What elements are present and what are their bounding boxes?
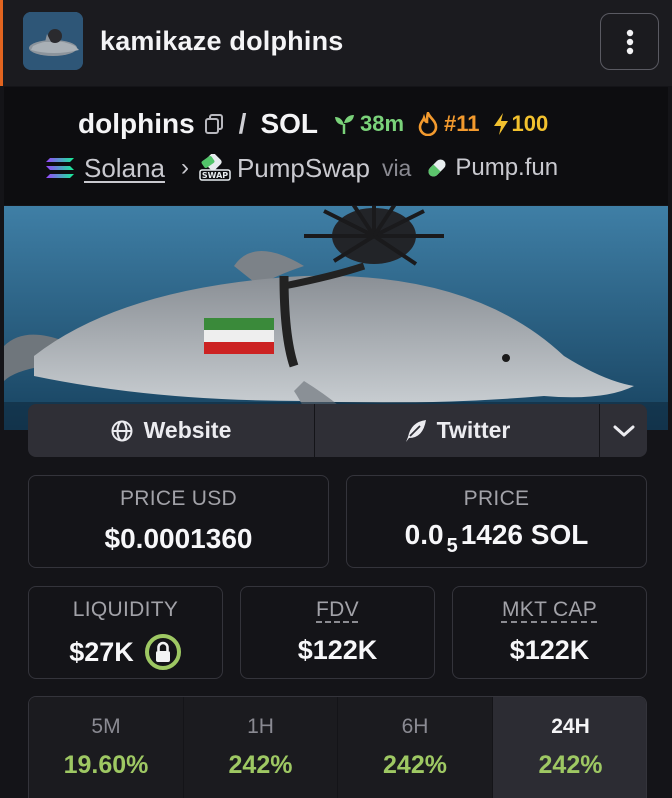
copy-address-icon[interactable] xyxy=(203,113,225,135)
price-native-prefix: 0.0 xyxy=(404,519,444,550)
tab-5m-label: 5M xyxy=(91,715,121,738)
fdv-card: FDV $122K xyxy=(240,586,435,679)
token-avatar xyxy=(23,12,83,70)
mkt-cap-label-wrap: MKT CAP xyxy=(453,598,646,622)
pair-breadcrumb: Solana › SWAP PumpSwap via Pump.fun xyxy=(44,151,558,185)
price-native-value: 0.0 5 1426 SOL xyxy=(347,519,646,557)
tab-24h-label: 24H xyxy=(551,715,590,738)
chevron-down-icon xyxy=(613,425,634,436)
launchpad-link[interactable]: Pump.fun xyxy=(455,154,558,182)
price-usd-label: PRICE USD xyxy=(119,487,238,510)
breadcrumb-chevron-icon: › xyxy=(180,154,189,181)
liquidity-label: LIQUIDITY xyxy=(72,598,179,621)
twitter-button[interactable]: Twitter xyxy=(314,404,598,457)
boost-badge: 100 xyxy=(492,111,549,137)
tab-1h-change: 242% xyxy=(228,751,293,779)
twitter-label: Twitter xyxy=(436,417,511,443)
liquidity-value-row: $27K xyxy=(29,633,222,671)
trending-rank-badge: #11 xyxy=(418,111,480,137)
mkt-cap-label[interactable]: MKT CAP xyxy=(502,598,597,621)
tab-24h[interactable]: 24H 242% xyxy=(493,697,646,798)
dolphin-banner-illustration xyxy=(4,206,668,430)
fdv-label-wrap: FDV xyxy=(241,598,434,622)
more-menu-button[interactable] xyxy=(600,13,659,70)
social-links-bar: Website Twitter xyxy=(28,404,647,457)
feather-icon xyxy=(405,419,426,442)
pair-title-row: dolphins / SOL 38m #11 100 xyxy=(78,107,548,141)
more-links-dropdown[interactable] xyxy=(599,404,647,457)
price-native-card: PRICE 0.0 5 1426 SOL xyxy=(346,475,647,568)
kebab-menu-icon xyxy=(626,29,633,54)
website-label: Website xyxy=(143,417,232,443)
via-label: via xyxy=(381,154,412,181)
liquidity-value: $27K xyxy=(69,636,134,667)
tab-5m-change: 19.60% xyxy=(63,751,149,779)
svg-text:SWAP: SWAP xyxy=(202,171,228,180)
website-button[interactable]: Website xyxy=(28,404,313,457)
pill-icon xyxy=(428,159,446,177)
price-native-digits: 1426 SOL xyxy=(460,519,589,550)
mkt-cap-card: MKT CAP $122K xyxy=(452,586,647,679)
base-token-symbol: dolphins xyxy=(78,108,195,139)
pair-age-value: 38m xyxy=(360,111,405,136)
dolphin-avatar-icon xyxy=(23,12,83,70)
boost-count: 100 xyxy=(511,111,549,136)
seedling-icon xyxy=(335,115,354,134)
lightning-icon xyxy=(493,113,508,135)
fdv-label[interactable]: FDV xyxy=(316,598,359,621)
timeframe-tabs: 5M 19.60% 1H 242% 6H 242% 24H 242% xyxy=(28,696,647,798)
tab-1h-label: 1H xyxy=(247,715,274,738)
tab-6h[interactable]: 6H 242% xyxy=(338,697,492,798)
tab-1h[interactable]: 1H 242% xyxy=(184,697,337,798)
fdv-value: $122K xyxy=(297,635,378,665)
dex-link[interactable]: PumpSwap xyxy=(237,153,370,184)
token-header: kamikaze dolphins xyxy=(0,0,672,86)
tab-6h-label: 6H xyxy=(401,715,429,738)
flame-icon xyxy=(418,112,438,136)
tab-5m[interactable]: 5M 19.60% xyxy=(29,697,183,798)
pumpswap-logo-icon: SWAP xyxy=(199,154,231,181)
trending-rank-value: #11 xyxy=(444,111,480,136)
tab-6h-change: 242% xyxy=(383,751,447,779)
token-name: kamikaze dolphins xyxy=(100,26,344,56)
price-native-zero-count: 5 xyxy=(446,535,458,557)
price-native-label: PRICE xyxy=(463,487,530,510)
mkt-cap-value: $122K xyxy=(509,635,590,665)
pair-info-panel: dolphins / SOL 38m #11 100 Solana › SWAP… xyxy=(4,87,668,205)
pair-age-badge: 38m xyxy=(332,111,404,137)
globe-icon xyxy=(111,420,133,441)
token-banner-image xyxy=(4,206,668,430)
price-usd-card: PRICE USD $0.0001360 xyxy=(28,475,329,568)
solana-logo-icon xyxy=(46,158,74,178)
chain-link[interactable]: Solana xyxy=(84,153,165,184)
pair-separator: / xyxy=(238,108,247,139)
quote-token-symbol: SOL xyxy=(260,108,318,139)
tab-24h-change: 242% xyxy=(538,751,603,779)
liquidity-card: LIQUIDITY $27K xyxy=(28,586,223,679)
locked-liquidity-icon[interactable] xyxy=(144,633,182,671)
price-usd-value: $0.0001360 xyxy=(104,523,253,554)
